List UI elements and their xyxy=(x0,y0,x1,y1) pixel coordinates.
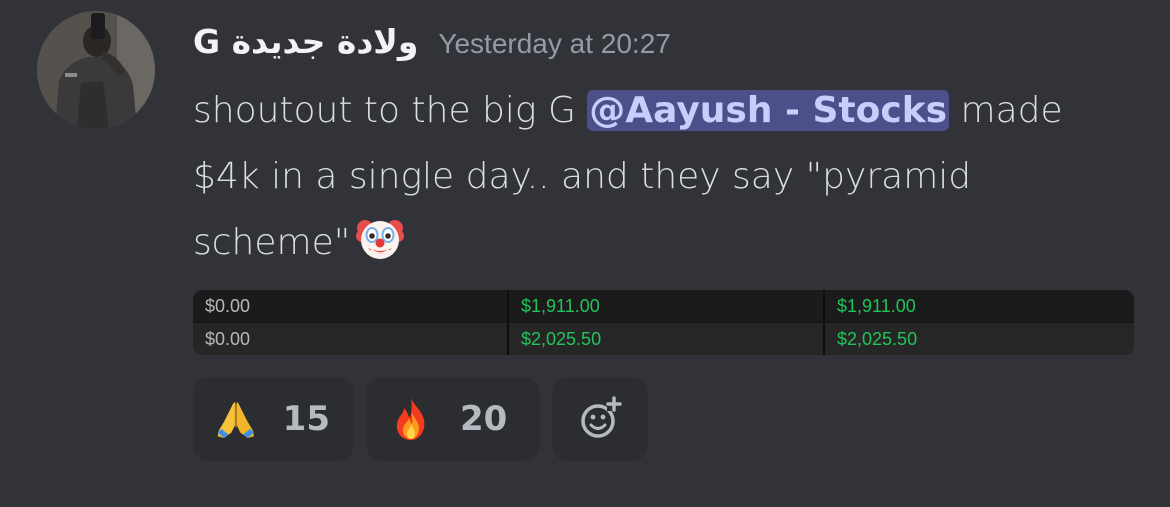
avatar-photo xyxy=(37,11,155,129)
table-cell: $1,911.00 xyxy=(509,290,825,322)
table-row: $0.00 $2,025.50 $2,025.50 xyxy=(193,323,1134,355)
message-line-1: shoutout to the big G @Aayush - Stocks m… xyxy=(193,78,1143,144)
reaction-count: 15 xyxy=(282,399,330,439)
fire-icon xyxy=(396,398,425,440)
reaction-count: 20 xyxy=(460,399,508,439)
stock-table-image[interactable]: $0.00 $1,911.00 $1,911.00 $0.00 $2,025.5… xyxy=(193,290,1134,355)
table-row: $0.00 $1,911.00 $1,911.00 xyxy=(193,290,1134,322)
avatar[interactable] xyxy=(37,11,155,129)
table-cell: $0.00 xyxy=(193,290,509,322)
reaction-folded-hands[interactable]: 15 xyxy=(193,377,354,461)
message-header: G ولادة جديدة Yesterday at 20:27 xyxy=(193,22,671,72)
add-reaction-button[interactable] xyxy=(552,377,648,461)
reaction-fire[interactable]: 20 xyxy=(366,377,540,461)
reactions-bar: 15 20 xyxy=(193,377,648,461)
add-reaction-icon xyxy=(581,396,622,438)
message-line-2: $4k in a single day.. and they say "pyra… xyxy=(193,156,972,197)
clown-face-icon xyxy=(356,220,405,259)
message-text: scheme" xyxy=(193,222,351,263)
table-cell: $0.00 xyxy=(193,323,509,355)
table-cell: $2,025.50 xyxy=(509,323,825,355)
message-text: made xyxy=(949,90,1063,131)
message-text: shoutout to the big G xyxy=(193,90,588,131)
timestamp[interactable]: Yesterday at 20:27 xyxy=(438,28,670,60)
user-mention[interactable]: @Aayush - Stocks xyxy=(587,90,950,131)
message-line-3: scheme" xyxy=(193,210,1143,276)
folded-hands-icon xyxy=(217,401,254,439)
message-content: shoutout to the big G @Aayush - Stocks m… xyxy=(193,78,1143,276)
username[interactable]: G ولادة جديدة xyxy=(193,22,418,61)
table-cell: $2,025.50 xyxy=(837,329,918,349)
table-cell: $1,911.00 xyxy=(837,296,916,316)
